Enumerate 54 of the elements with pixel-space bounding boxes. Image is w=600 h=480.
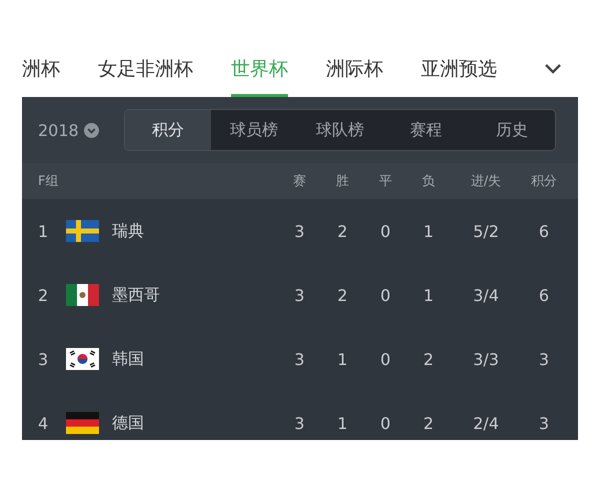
table-cell-text: 2 [422,414,435,432]
table-cell-text: 3/4 [472,286,500,304]
team-name: 韩国 [112,348,145,370]
table-cell-text: 1 [336,414,349,432]
column-header: 平 [378,173,393,190]
table-cell-text: 3 [538,350,550,368]
team-name: 瑞典 [112,220,145,242]
table-cell-text: 0 [379,414,392,432]
tab[interactable]: 女足非洲杯 [98,40,193,97]
flag-icon [66,220,99,242]
flag-icon [66,348,99,370]
table-cell-text: 1 [422,222,435,240]
table-cell-text: 2 [422,350,435,368]
team-name: 墨西哥 [112,284,161,306]
table-cell-text: 5/2 [472,222,500,240]
group-label: F组 [38,173,60,190]
column-header: 进/失 [470,173,502,190]
table-cell-text: 0 [379,350,392,368]
table-cell-text: 3 [293,414,306,432]
flag-icon [66,284,99,306]
rank-number: 4 [38,414,50,432]
team-name: 德国 [112,412,145,434]
table-cell-text: 3/3 [472,350,500,368]
table-cell-text: 0 [379,222,392,240]
column-header: 负 [421,173,436,190]
table-cell-text: 2 [336,286,349,304]
rank-number: 1 [38,222,50,240]
rank-number: 2 [38,286,50,304]
segment-tab[interactable]: 球员榜 [211,110,297,150]
table-cell-text: 3 [293,350,306,368]
table-cell-text: 2 [336,222,349,240]
rank-number: 3 [38,350,50,368]
table-cell-text: 1 [336,350,349,368]
segment-tab[interactable]: 球队榜 [297,110,383,150]
column-header: 积分 [530,173,558,190]
table-cell-text: 0 [379,286,392,304]
table-cell-text: 3 [293,286,306,304]
flag-icon [66,412,99,434]
table-cell-text: 1 [422,286,435,304]
year-label[interactable]: 2018 [38,120,79,140]
segment-tab[interactable]: 赛程 [383,110,469,150]
segment-tab[interactable]: 历史 [469,110,555,150]
segment-tab[interactable]: 积分 [125,110,211,150]
table-cell-text: 3 [293,222,306,240]
tab[interactable]: 洲际杯 [326,40,383,97]
table-cell-text: 3 [538,414,550,432]
tab[interactable]: 洲杯 [22,40,60,97]
tab[interactable]: 亚洲预选 [421,40,497,97]
column-header: 胜 [335,173,350,190]
chevron-down-icon[interactable] [544,62,562,74]
column-header: 赛 [292,173,307,190]
table-cell-text: 6 [538,222,550,240]
table-cell-text: 6 [538,286,550,304]
table-cell-text: 2/4 [472,414,500,432]
